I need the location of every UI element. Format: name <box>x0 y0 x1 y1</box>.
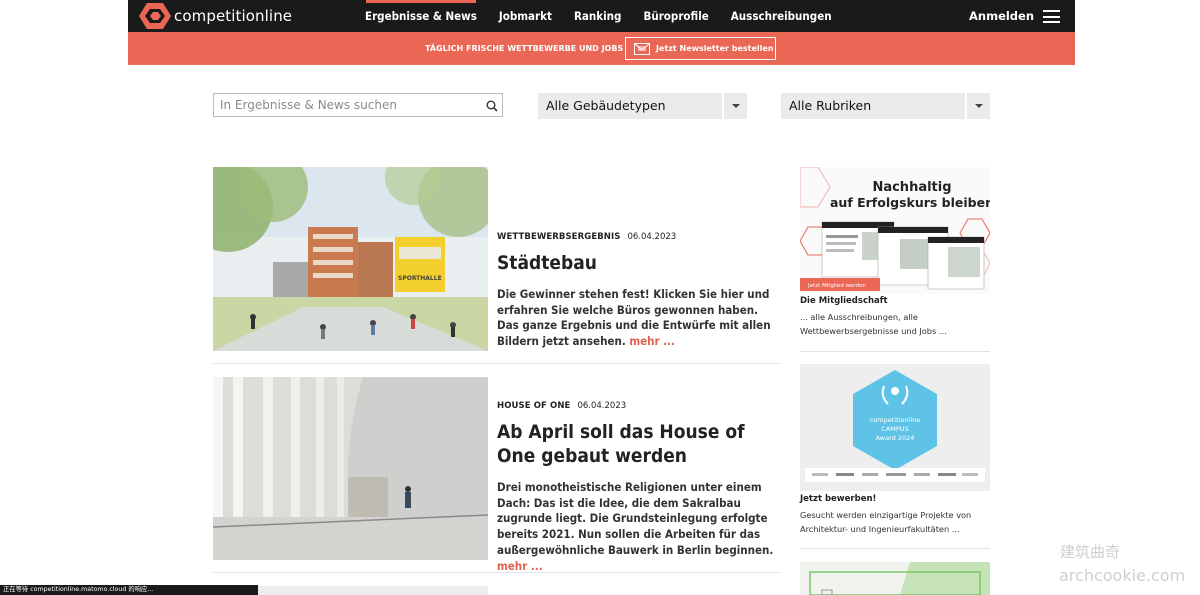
building-type-select[interactable]: Alle Gebäudetypen <box>538 93 747 119</box>
membership-headline-1: Nachhaltig <box>872 180 951 195</box>
newsletter-button-label: Jetzt Newsletter bestellen <box>656 44 774 53</box>
divider <box>800 548 990 549</box>
divider <box>213 363 781 364</box>
newsletter-banner: TÄGLICH FRISCHE WETTBEWERBE UND JOBS Jet… <box>128 32 1075 65</box>
award-ad-graphic: competitionline CAMPUS Award 2024 <box>800 364 990 491</box>
urban-rendering-image: SPORTHALLE <box>213 167 488 351</box>
nav-bueroprofile[interactable]: Büroprofile <box>632 0 719 32</box>
award-ad[interactable]: competitionline CAMPUS Award 2024 <box>800 364 990 491</box>
divider <box>213 572 781 573</box>
membership-ad-graphic: Nachhaltig auf Erfolgskurs bleiben Jetzt… <box>800 167 990 294</box>
logo[interactable]: competitionline <box>138 2 292 30</box>
category-value: Alle Rubriken <box>789 98 872 113</box>
award-text: Gesucht werden einzigartige Projekte von… <box>800 510 972 534</box>
award-badge-3: Award 2024 <box>876 434 915 442</box>
article-date: 06.04.2023 <box>577 401 627 411</box>
menu-icon[interactable] <box>1043 10 1060 23</box>
house-of-one-rendering-image <box>213 377 488 560</box>
more-link[interactable]: mehr ... <box>497 559 543 573</box>
article-teaser-text: Drei monotheistische Religionen unter ei… <box>497 480 774 557</box>
membership-cta: Jetzt Mitglied werden <box>807 283 866 289</box>
nav-ausschreibungen[interactable]: Ausschreibungen <box>720 0 843 32</box>
article-image-staedtebau[interactable]: SPORTHALLE <box>213 167 488 351</box>
more-link[interactable]: mehr ... <box>629 334 675 348</box>
watermark-line-1: 建筑曲奇 <box>1060 543 1121 561</box>
logo-text: competitionline <box>174 7 293 25</box>
logo-icon <box>139 3 171 29</box>
browser-status-bar: 正在等待 competitionline.matomo.cloud 的响应... <box>0 585 258 595</box>
article-date: 06.04.2023 <box>627 232 677 242</box>
award-badge-1: competitionline <box>870 416 921 424</box>
membership-headline-2: auf Erfolgskurs bleiben <box>830 195 990 210</box>
nav-ranking[interactable]: Ranking <box>563 0 633 32</box>
nav-ergebnisse-news[interactable]: Ergebnisse & News <box>354 0 488 32</box>
search-box <box>213 93 503 117</box>
banner-text: TÄGLICH FRISCHE WETTBEWERBE UND JOBS <box>425 44 624 53</box>
membership-text: ... alle Ausschreibungen, alle Wettbewer… <box>800 312 947 336</box>
membership-title[interactable]: Die Mitgliedschaft <box>800 296 888 306</box>
article-image-house-of-one[interactable] <box>213 377 488 560</box>
next-ad-graphic <box>800 562 990 595</box>
login-link[interactable]: Anmelden <box>969 0 1034 32</box>
article-teaser: Drei monotheistische Religionen unter ei… <box>497 480 782 574</box>
main-nav: Ergebnisse & News Jobmarkt Ranking Bürop… <box>354 0 843 32</box>
watermark: 建筑曲奇 archcookie.com <box>1059 540 1186 588</box>
award-badge-2: CAMPUS <box>881 425 908 433</box>
article-teaser: Die Gewinner stehen fest! Klicken Sie hi… <box>497 287 782 350</box>
chevron-down-icon[interactable] <box>722 93 747 119</box>
award-title[interactable]: Jetzt bewerben! <box>800 494 876 504</box>
article-category[interactable]: HOUSE OF ONE <box>497 401 570 411</box>
category-select[interactable]: Alle Rubriken <box>781 93 990 119</box>
envelope-icon <box>634 42 650 55</box>
membership-ad[interactable]: Nachhaltig auf Erfolgskurs bleiben Jetzt… <box>800 167 990 294</box>
article-meta: HOUSE OF ONE 06.04.2023 <box>497 401 626 411</box>
divider <box>800 351 990 352</box>
building-type-value: Alle Gebäudetypen <box>546 98 666 113</box>
article-meta: WETTBEWERBSERGEBNIS 06.04.2023 <box>497 232 676 242</box>
search-icon[interactable] <box>486 100 498 112</box>
next-ad[interactable] <box>800 562 990 595</box>
sporthalle-sign: SPORTHALLE <box>398 275 442 282</box>
search-input[interactable] <box>214 94 476 116</box>
newsletter-button[interactable]: Jetzt Newsletter bestellen <box>625 37 776 60</box>
chevron-down-icon[interactable] <box>965 93 990 119</box>
article-title[interactable]: Städtebau <box>497 251 782 275</box>
watermark-line-2: archcookie.com <box>1059 566 1186 585</box>
nav-jobmarkt[interactable]: Jobmarkt <box>488 0 563 32</box>
top-navigation-bar: competitionline Ergebnisse & News Jobmar… <box>128 0 1075 32</box>
article-title[interactable]: Ab April soll das House of One gebaut we… <box>497 420 782 468</box>
article-category[interactable]: WETTBEWERBSERGEBNIS <box>497 232 621 242</box>
